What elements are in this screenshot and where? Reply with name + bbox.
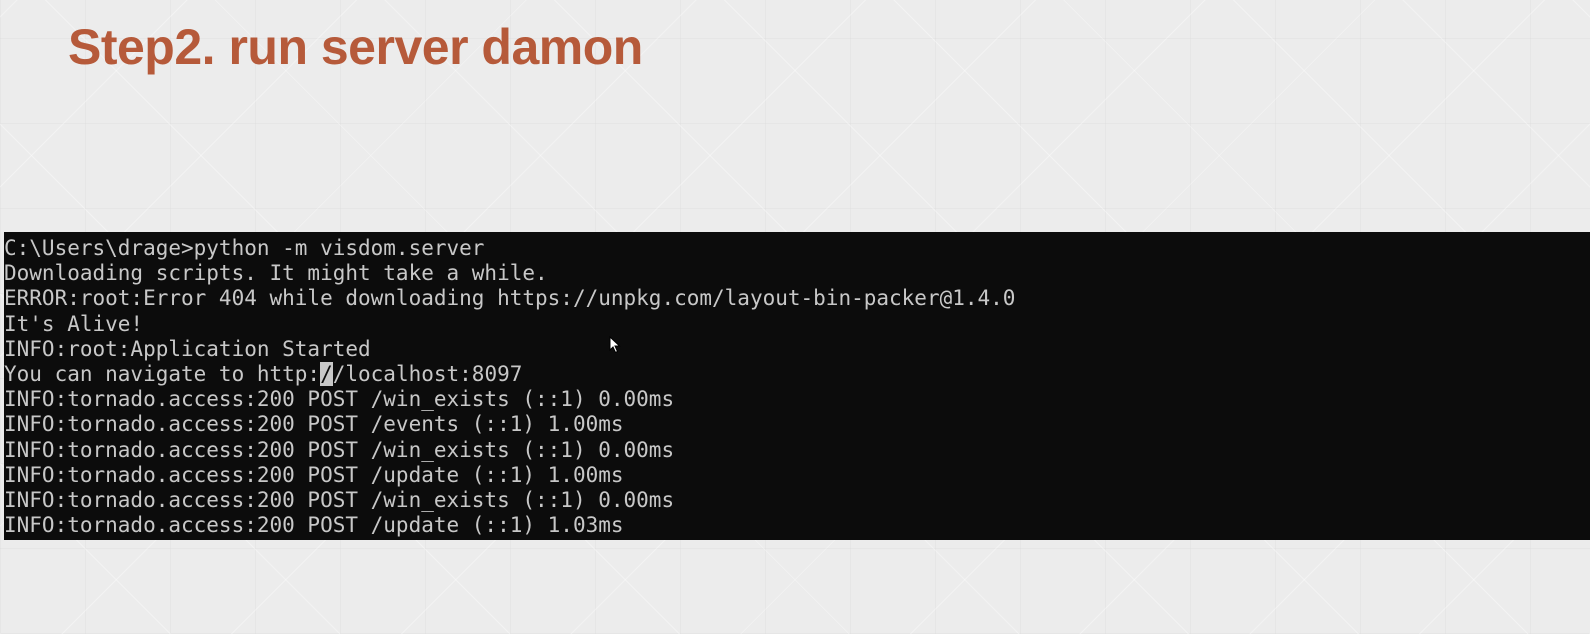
- slide-title: Step2. run server damon: [68, 19, 643, 75]
- console-line-log[interactable]: INFO:tornado.access:200 POST /win_exists…: [4, 488, 1590, 513]
- console-line-downloading[interactable]: Downloading scripts. It might take a whi…: [4, 261, 1590, 286]
- console-line-app-started[interactable]: INFO:root:Application Started: [4, 337, 1590, 362]
- navigate-text-after-cursor: /localhost:8097: [332, 361, 523, 386]
- terminal-window[interactable]: C:\Users\drage>python -m visdom.server D…: [4, 232, 1590, 540]
- console-line-log[interactable]: INFO:tornado.access:200 POST /update (::…: [4, 463, 1590, 488]
- text-cursor: /: [320, 361, 333, 386]
- navigate-text-before-cursor: You can navigate to http:: [4, 361, 321, 386]
- mouse-pointer-icon: [609, 336, 621, 354]
- console-line-navigate-url[interactable]: You can navigate to http://localhost:809…: [4, 361, 1590, 387]
- console-line-log[interactable]: INFO:tornado.access:200 POST /win_exists…: [4, 387, 1590, 412]
- console-line-command[interactable]: C:\Users\drage>python -m visdom.server: [4, 236, 1590, 261]
- console-line-log[interactable]: INFO:tornado.access:200 POST /update (::…: [4, 513, 1590, 538]
- console-line-log[interactable]: INFO:tornado.access:200 POST /win_exists…: [4, 438, 1590, 463]
- console-line-error[interactable]: ERROR:root:Error 404 while downloading h…: [4, 286, 1590, 311]
- console-line-log[interactable]: INFO:tornado.access:200 POST /events (::…: [4, 412, 1590, 437]
- console-line-alive[interactable]: It's Alive!: [4, 312, 1590, 337]
